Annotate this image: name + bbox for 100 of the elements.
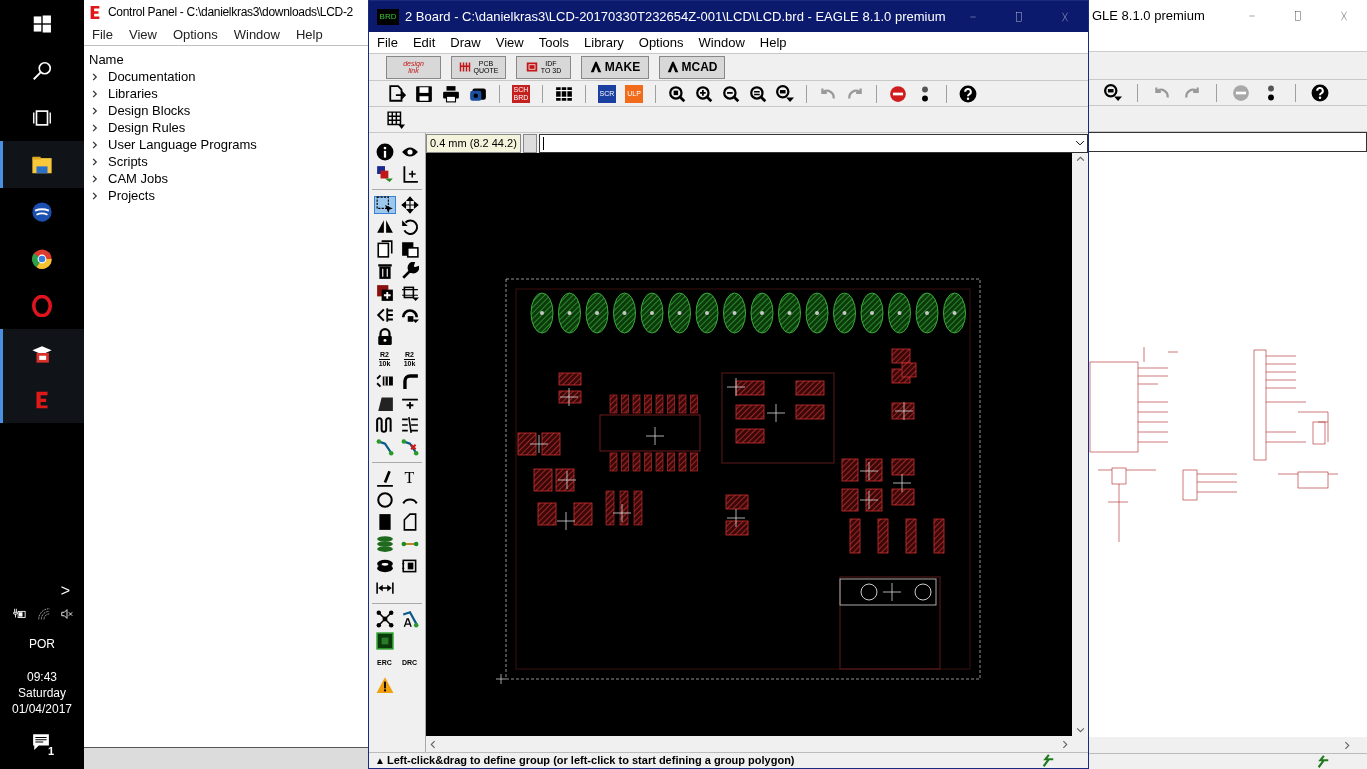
route-trace-icon[interactable] [375, 438, 394, 456]
window-title: GLE 8.1.0 premium [1091, 6, 1205, 25]
expand-chevron-icon[interactable] [90, 156, 100, 167]
speaker-muted-icon[interactable] [60, 607, 74, 621]
info-icon[interactable] [375, 143, 394, 161]
expand-chevron-icon[interactable] [90, 105, 100, 116]
zoom-fit-icon[interactable] [668, 84, 686, 103]
miter-corner-icon[interactable] [400, 372, 419, 390]
menu-item[interactable]: Help [295, 24, 323, 45]
help-icon[interactable] [959, 84, 977, 103]
save-icon[interactable] [415, 84, 433, 103]
scroll-right-icon[interactable] [1060, 739, 1069, 749]
expand-chevron-icon[interactable] [90, 190, 100, 201]
taskbar-button[interactable] [0, 141, 84, 188]
notification-count: 1 [47, 746, 54, 757]
menu-item[interactable]: File [377, 32, 398, 53]
menu-item[interactable]: Options [172, 24, 218, 45]
menu-item[interactable]: Window [233, 24, 280, 45]
route-a-icon[interactable] [400, 610, 419, 628]
menu-item[interactable]: Options [638, 32, 684, 53]
expand-chevron-icon[interactable] [90, 173, 100, 184]
help-icon[interactable] [1311, 83, 1329, 102]
mcad-button[interactable]: MCAD [659, 55, 725, 79]
parallel-lines-icon[interactable] [400, 416, 419, 434]
lock-icon[interactable] [375, 328, 394, 346]
grid-icon[interactable] [386, 110, 406, 129]
zoom-equal-icon[interactable] [749, 84, 767, 103]
search-icon [31, 59, 53, 82]
command-line-field[interactable] [538, 133, 1088, 153]
slanted-block-icon[interactable] [375, 394, 394, 412]
warning-icon[interactable] [375, 676, 394, 694]
component-tag-icon[interactable] [400, 557, 419, 575]
show-hidden-icons-button[interactable]: > [0, 583, 84, 599]
text-tool-button[interactable]: T [404, 470, 415, 486]
zoom-out-icon[interactable] [722, 84, 740, 103]
via-stack-icon[interactable] [375, 535, 394, 553]
menu-item[interactable]: File [92, 24, 113, 45]
hole-icon[interactable] [375, 557, 394, 575]
taskbar-button[interactable] [0, 329, 84, 376]
layered-squares-icon[interactable] [375, 165, 394, 183]
clock-day[interactable]: Saturday [18, 685, 66, 701]
clock-date[interactable]: 01/04/2017 [11, 701, 73, 717]
board-3d-icon [525, 60, 538, 74]
notification-icon[interactable] [32, 733, 50, 751]
make-button[interactable]: MAKE [581, 55, 649, 79]
chip-board-icon[interactable] [375, 632, 394, 650]
dropdown-chevron-icon[interactable] [1075, 138, 1085, 148]
circuit-icon [458, 60, 471, 74]
scroll-up-icon[interactable] [1075, 155, 1085, 164]
menu-item[interactable]: Edit [412, 32, 436, 53]
menu-item[interactable]: Draw [450, 32, 481, 53]
expand-chevron-icon[interactable] [90, 139, 100, 150]
language-indicator[interactable]: POR [29, 635, 55, 653]
chip-arrow-icon[interactable] [400, 284, 419, 302]
split-wire-icon[interactable] [375, 372, 394, 390]
menu-item[interactable]: Window [698, 32, 745, 53]
paste-icon[interactable] [400, 240, 419, 258]
copy-icon[interactable] [375, 240, 394, 258]
open-file-icon[interactable] [388, 84, 406, 103]
trash-icon[interactable] [375, 262, 394, 280]
meander-icon[interactable] [375, 416, 394, 434]
scroll-left-icon[interactable] [429, 739, 438, 749]
expand-chevron-icon[interactable] [90, 122, 100, 133]
lightning-arrow-icon[interactable] [1040, 753, 1056, 768]
zoom-dropdown-icon[interactable] [1104, 83, 1122, 102]
rotate-icon[interactable] [400, 218, 419, 236]
lightning-arrow-icon[interactable] [1315, 754, 1331, 769]
book-stack-icon[interactable] [555, 84, 573, 103]
expand-chevron-icon[interactable] [90, 88, 100, 99]
menu-item[interactable]: View [495, 32, 524, 53]
printer-icon[interactable] [442, 84, 460, 103]
battery-icon[interactable] [10, 607, 28, 621]
zoom-in-icon[interactable] [695, 84, 713, 103]
swap-pins-icon[interactable] [375, 306, 394, 324]
text-cursor [542, 136, 544, 150]
add-part-icon[interactable] [375, 284, 394, 302]
command-line-field[interactable] [1088, 132, 1367, 152]
scroll-right-icon[interactable] [1342, 740, 1351, 750]
pencil-line-icon[interactable] [375, 469, 394, 487]
move-arrows-icon[interactable] [400, 196, 419, 214]
zoom-dropdown-icon[interactable] [776, 84, 794, 103]
menu-item[interactable]: View [128, 24, 157, 45]
menu-item[interactable]: Help [759, 32, 787, 53]
group-select-icon[interactable] [375, 196, 394, 214]
menu-item[interactable]: Tools [538, 32, 569, 53]
clock-time[interactable]: 09:43 [27, 669, 57, 685]
wrench-icon[interactable] [400, 262, 419, 280]
column-header[interactable]: Name [84, 46, 368, 68]
ripup-trace-icon[interactable] [400, 438, 419, 456]
stop-icon[interactable] [889, 84, 907, 103]
menu-item[interactable]: Library [584, 32, 624, 53]
circle-icon[interactable] [375, 491, 394, 509]
mirror-icon[interactable] [375, 218, 394, 236]
axis-plus-icon[interactable] [400, 165, 419, 183]
rotate-arrow-icon[interactable] [400, 306, 419, 324]
autorouter-icon[interactable] [375, 610, 394, 628]
scroll-down-icon[interactable] [1075, 725, 1085, 734]
expand-chevron-icon[interactable] [90, 71, 100, 82]
taskbar-button[interactable] [0, 376, 84, 423]
dimension-arrows-icon[interactable] [375, 579, 394, 597]
